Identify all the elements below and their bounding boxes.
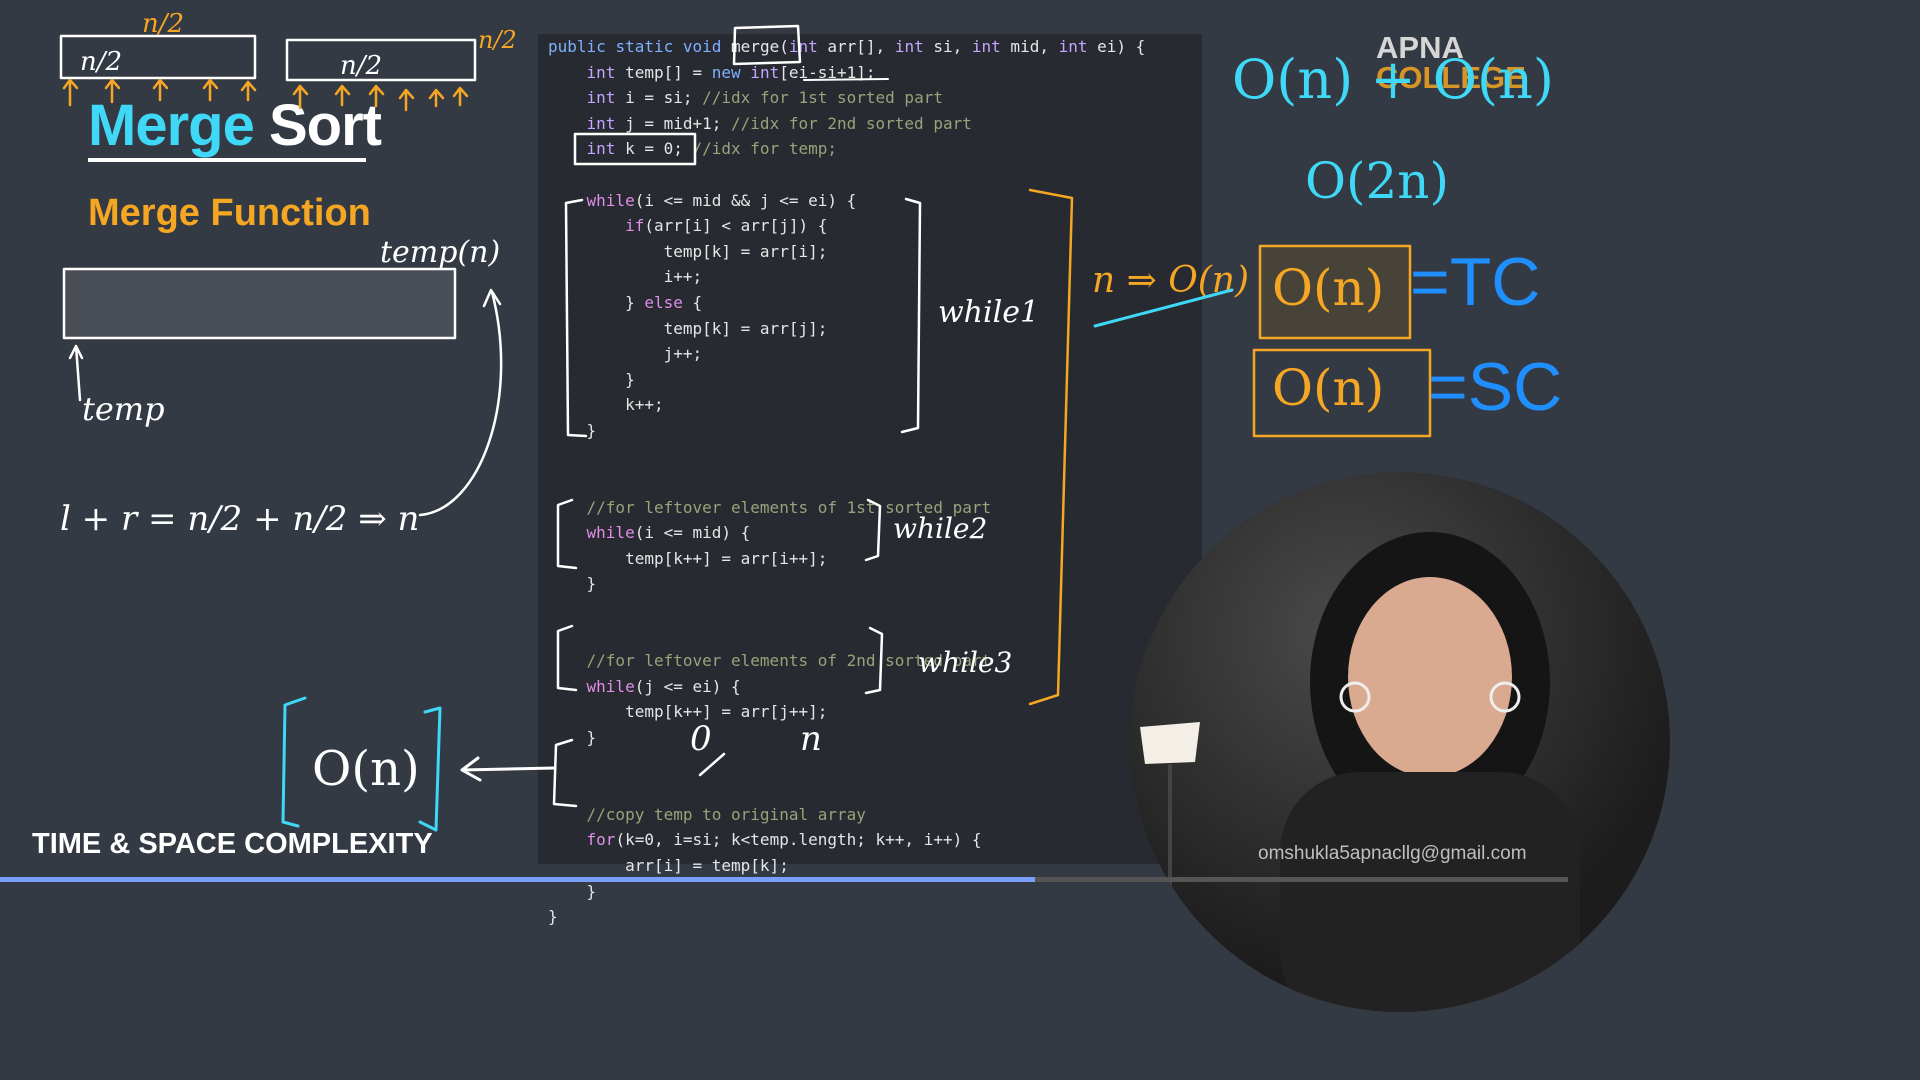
while2-bracket-right xyxy=(864,498,882,562)
tc-label: =TC xyxy=(1410,244,1540,320)
right-half-label: n/2 xyxy=(340,51,382,81)
sc-box-label: O(n) xyxy=(1272,359,1384,417)
while2-bracket-left xyxy=(556,498,578,570)
ink-overlay: n/2 n/2 n/2 n/2 temp(n) temp l + r = n/2… xyxy=(59,9,1562,832)
temp-pointer-arrow xyxy=(68,344,84,402)
copy-cost-bracket-left xyxy=(281,696,307,828)
temp-array-box xyxy=(62,267,457,340)
zero-annotation: 0 xyxy=(690,719,712,759)
pointer-arrows xyxy=(62,78,469,112)
ei-si-underline xyxy=(803,78,889,81)
temp-n-label: temp(n) xyxy=(380,235,500,270)
while3-bracket-left xyxy=(556,624,578,692)
while1-label: while1 xyxy=(938,295,1039,330)
copy-cost-label: O(n) xyxy=(312,741,420,797)
temp-label: temp xyxy=(82,390,165,428)
top-right-sum: O(n) + O(n) xyxy=(1232,48,1554,111)
while3-label: while3 xyxy=(918,646,1012,679)
left-half-label-orange: n/2 xyxy=(142,9,184,39)
tc-box-label: O(n) xyxy=(1272,259,1384,317)
sc-label: =SC xyxy=(1428,349,1562,425)
code-line: } xyxy=(548,881,597,901)
code-line: } xyxy=(548,907,558,927)
video-progress-bar[interactable] xyxy=(0,877,1568,882)
video-progress-fill xyxy=(0,877,1035,882)
n-to-On: n ⇒ O(n) xyxy=(1092,260,1249,301)
sum-equation: l + r = n/2 + n/2 ⇒ n xyxy=(60,499,419,539)
merge-circle xyxy=(732,24,802,66)
for-bracket-left xyxy=(552,738,578,808)
k-init-box xyxy=(573,132,697,166)
n-annotation: n xyxy=(800,719,822,759)
while1-bracket-right xyxy=(900,197,922,434)
while2-label: while2 xyxy=(893,512,987,545)
all-loops-bracket xyxy=(1028,188,1074,706)
copy-arrow xyxy=(460,756,557,782)
right-half-label-orange: n/2 xyxy=(478,26,517,54)
left-half-label: n/2 xyxy=(80,47,122,77)
copy-cost-bracket-right xyxy=(418,706,442,832)
while1-bracket-left xyxy=(564,198,588,438)
top-right-2n: O(2n) xyxy=(1305,152,1449,210)
while3-bracket-right xyxy=(864,626,884,695)
